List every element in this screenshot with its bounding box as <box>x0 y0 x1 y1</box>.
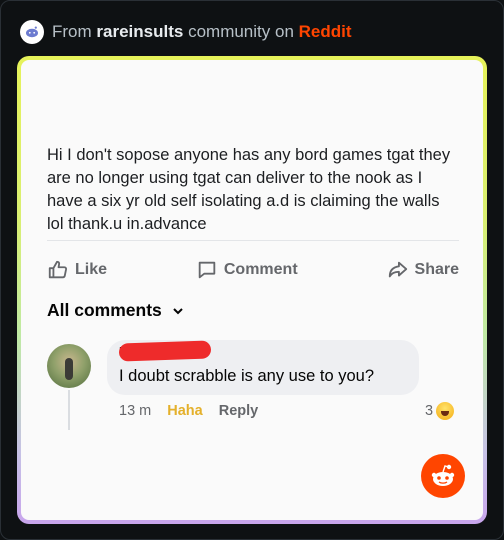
haha-reaction-button[interactable]: Haha <box>167 403 202 419</box>
source-text: From rareinsults community on Reddit <box>52 22 352 42</box>
share-button[interactable]: Share <box>387 259 459 281</box>
thread-line <box>68 390 70 430</box>
source-header: From rareinsults community on Reddit <box>20 20 352 44</box>
redaction-mark <box>118 340 212 362</box>
post-text: Hi I don't sopose anyone has any bord ga… <box>47 146 451 233</box>
share-icon <box>388 261 407 278</box>
like-icon <box>48 260 68 279</box>
source-middle: community on <box>188 22 294 41</box>
screenshot-card: Hi I don't sopose anyone has any bord ga… <box>21 60 483 520</box>
comment-icon <box>198 261 216 279</box>
comment-meta: 13 m Haha Reply <box>119 403 258 419</box>
like-label: Like <box>75 261 108 278</box>
comment-time[interactable]: 13 m <box>119 403 151 419</box>
reply-button[interactable]: Reply <box>219 403 259 419</box>
comment-button[interactable]: Comment <box>196 259 298 281</box>
platform-name[interactable]: Reddit <box>299 22 352 41</box>
all-comments-label: All comments <box>47 300 162 320</box>
avatar[interactable] <box>47 344 91 388</box>
chevron-down-icon <box>173 307 183 314</box>
source-prefix: From <box>52 22 92 41</box>
haha-emoji-icon <box>436 402 455 420</box>
comment-text: I doubt scrabble is any use to you? <box>119 367 374 385</box>
screenshot-card-border: Hi I don't sopose anyone has any bord ga… <box>17 56 487 524</box>
community-name[interactable]: rareinsults <box>96 22 183 41</box>
share-label: Share <box>414 261 459 278</box>
snoo-icon <box>421 454 465 498</box>
reaction-count-number: 3 <box>425 403 434 419</box>
reddit-badge-icon <box>20 20 44 44</box>
comment-label: Comment <box>223 261 298 278</box>
reaction-count[interactable]: 3 <box>425 402 455 420</box>
embed-frame: From rareinsults community on Reddit Hi … <box>0 0 504 540</box>
post-actions: Like Comment Share <box>47 256 459 284</box>
all-comments-dropdown[interactable]: All comments <box>47 300 184 321</box>
like-button[interactable]: Like <box>47 259 107 281</box>
divider <box>47 240 459 241</box>
